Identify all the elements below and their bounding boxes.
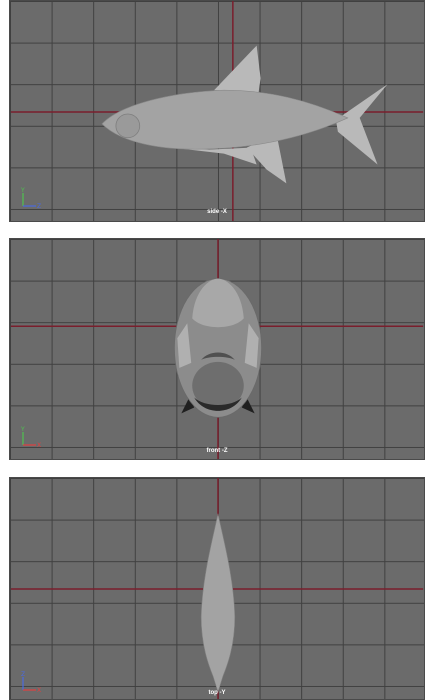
- tail-fin: [335, 84, 388, 165]
- view-label-side: side -X: [207, 209, 227, 215]
- svg-text:Y: Y: [20, 426, 25, 433]
- view-label-front: front -Z: [206, 448, 228, 454]
- svg-text:Y: Y: [20, 187, 25, 194]
- fish-body: [101, 89, 349, 150]
- top-viewport[interactable]: Z X top -Y: [9, 477, 425, 700]
- fish-model-front[interactable]: [173, 278, 262, 418]
- fish-body-top: [200, 513, 236, 694]
- front-view-canvas[interactable]: [10, 239, 424, 459]
- fish-eye: [115, 113, 141, 139]
- view-label-top: top -Y: [208, 690, 226, 696]
- side-view-canvas[interactable]: [10, 1, 424, 221]
- side-viewport[interactable]: Y Z side -X: [9, 0, 425, 222]
- svg-text:Z: Z: [21, 671, 25, 678]
- axis-gizmo-side: Y Z: [20, 187, 41, 210]
- axis-gizmo-front: Y X: [20, 426, 41, 449]
- fish-model-side[interactable]: [101, 45, 388, 184]
- fish-model-top[interactable]: [200, 513, 236, 694]
- top-view-canvas[interactable]: [10, 478, 424, 699]
- front-viewport[interactable]: Y X front -Z: [9, 238, 425, 460]
- dorsal-fin: [214, 45, 261, 93]
